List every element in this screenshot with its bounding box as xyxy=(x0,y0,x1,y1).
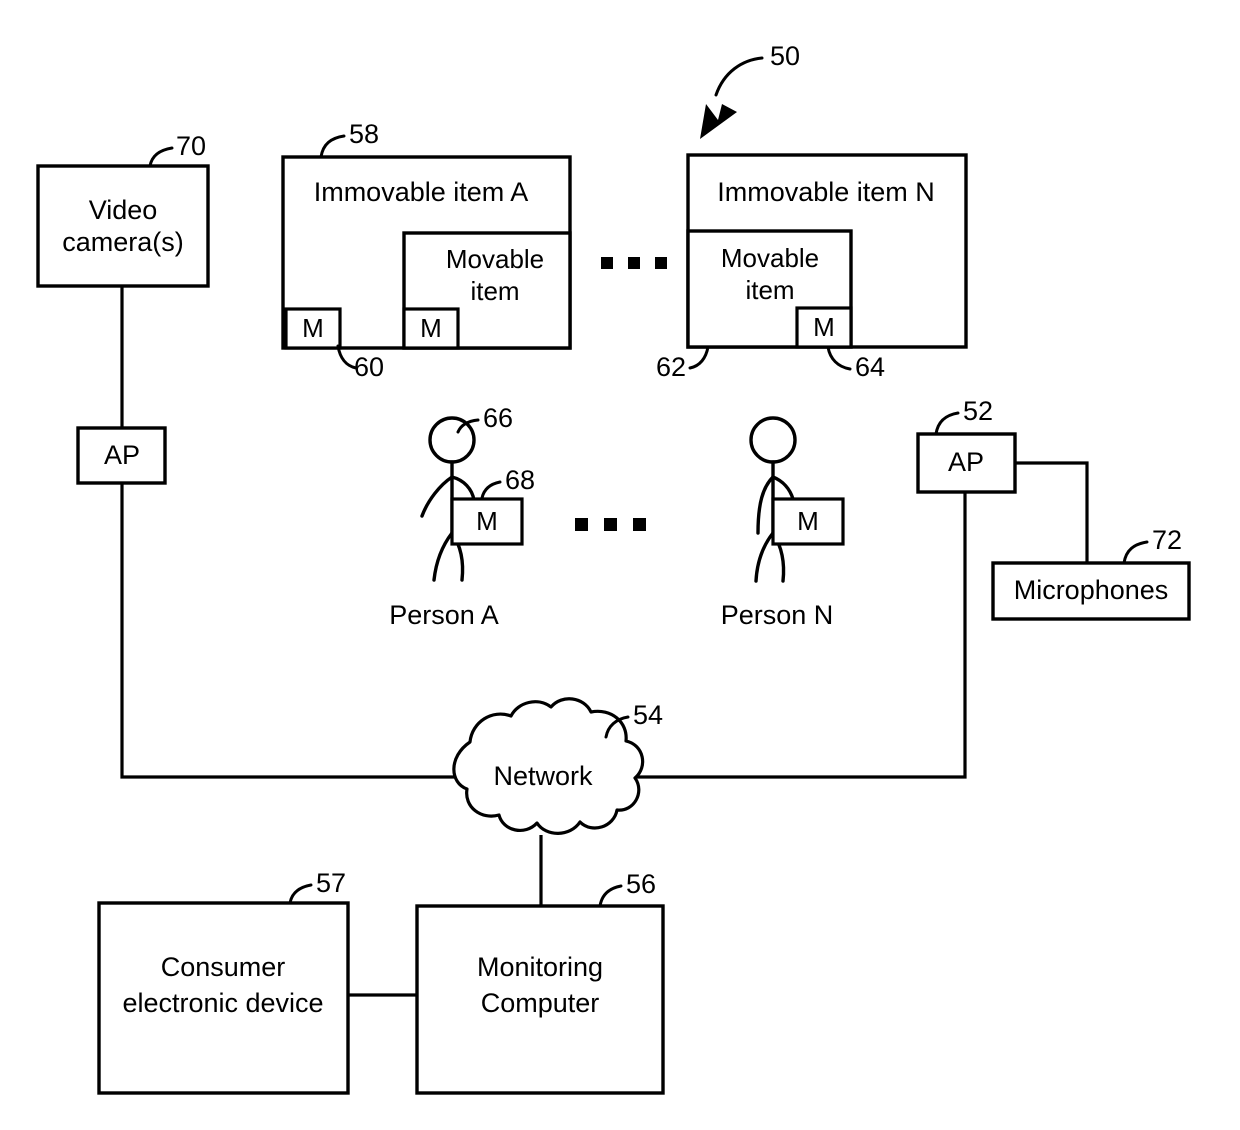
node-video-camera[interactable]: Video camera(s) xyxy=(36,164,210,288)
ellipsis-dot xyxy=(655,257,667,269)
ref-70: 70 xyxy=(148,131,206,168)
ref-56: 56 xyxy=(598,869,656,908)
ref-57: 57 xyxy=(288,868,346,905)
node-movable-item-a[interactable]: Movable item M xyxy=(402,231,572,350)
monitoring-computer-label-line2: Computer xyxy=(481,988,600,1018)
monitor-tag-person-n-label: M xyxy=(797,506,819,536)
ref-label-58: 58 xyxy=(349,119,379,149)
monitor-tag-64-label: M xyxy=(813,312,835,342)
leader-line-52 xyxy=(934,411,960,436)
ref-label-66: 66 xyxy=(483,403,513,433)
node-network[interactable]: Network xyxy=(452,697,645,835)
ellipsis-items-row xyxy=(601,257,667,269)
diagram-canvas: 50 Video camera(s) 70 Immovable item A M… xyxy=(36,41,1191,1095)
ref-label-68: 68 xyxy=(505,465,535,495)
ref-label-72: 72 xyxy=(1152,525,1182,555)
consumer-device-label-line1: Consumer xyxy=(161,952,286,982)
monitor-tag-person-n[interactable]: M xyxy=(771,497,845,546)
node-ap-right[interactable]: AP xyxy=(916,432,1017,494)
leader-line-70 xyxy=(148,146,174,168)
node-ap-left[interactable]: AP xyxy=(76,426,167,485)
node-immovable-item-a[interactable]: Immovable item A Movable item M M xyxy=(281,155,572,350)
person-a-right-arm xyxy=(450,475,476,502)
ellipsis-dot xyxy=(633,518,646,531)
ref-68: 68 xyxy=(480,465,535,500)
patent-figure: 50 Video camera(s) 70 Immovable item A M… xyxy=(0,0,1240,1130)
node-microphones[interactable]: Microphones xyxy=(991,561,1191,621)
monitor-tag-68-label: M xyxy=(476,506,498,536)
node-movable-item-n[interactable]: Movable item M xyxy=(686,229,853,349)
node-consumer-device[interactable]: Consumer electronic device xyxy=(97,901,350,1095)
monitor-tag-movable-a[interactable]: M xyxy=(402,307,460,350)
ellipsis-persons-row xyxy=(575,518,646,531)
ap-left-label: AP xyxy=(104,440,140,470)
leader-line-62 xyxy=(688,345,710,370)
leader-line-68 xyxy=(480,480,502,500)
immovable-item-n-label: Immovable item N xyxy=(717,177,935,207)
leader-line-58 xyxy=(319,134,346,159)
monitor-tag-60-label: M xyxy=(302,313,324,343)
immovable-item-a-label: Immovable item A xyxy=(314,177,529,207)
network-label: Network xyxy=(493,761,593,791)
monitor-tag-64[interactable]: M xyxy=(795,306,853,349)
person-n-left-leg xyxy=(754,531,775,583)
ellipsis-dot xyxy=(604,518,617,531)
ref-52: 52 xyxy=(934,396,993,436)
arrowhead-50 xyxy=(700,104,737,139)
ref-label-62: 62 xyxy=(656,352,686,382)
node-person-a[interactable]: M Person A xyxy=(389,416,524,630)
ref-label-64: 64 xyxy=(855,352,885,382)
movable-item-n-label-line2: item xyxy=(745,275,794,305)
monitor-tag-60[interactable]: M xyxy=(284,307,342,350)
node-monitoring-computer[interactable]: Monitoring Computer xyxy=(415,904,665,1095)
person-n-head xyxy=(749,416,797,464)
person-a-label: Person A xyxy=(389,600,499,630)
person-a-left-leg xyxy=(432,531,454,582)
node-immovable-item-n[interactable]: Immovable item N Movable item M xyxy=(686,153,968,349)
leader-line-72 xyxy=(1122,540,1149,565)
video-camera-label-line1: Video xyxy=(89,195,158,225)
monitor-tag-movable-a-label: M xyxy=(420,313,442,343)
ref-label-52: 52 xyxy=(963,396,993,426)
person-n-right-arm xyxy=(771,475,795,501)
microphones-label: Microphones xyxy=(1014,575,1169,605)
ref-72: 72 xyxy=(1122,525,1182,565)
ref-label-56: 56 xyxy=(626,869,656,899)
ref-label-50: 50 xyxy=(770,41,800,71)
leader-line-50 xyxy=(714,56,764,97)
video-camera-box[interactable] xyxy=(36,164,210,288)
video-camera-label-line2: camera(s) xyxy=(62,227,184,257)
monitor-tag-68[interactable]: M xyxy=(450,497,524,546)
link-apright-to-microphones xyxy=(1015,461,1089,563)
ref-60: 60 xyxy=(336,344,384,382)
consumer-device-label-line2: electronic device xyxy=(122,988,323,1018)
connection-lines xyxy=(120,286,1089,997)
ref-label-70: 70 xyxy=(176,131,206,161)
leader-line-57 xyxy=(288,883,313,905)
movable-item-a-label-line1: Movable xyxy=(446,244,544,274)
ap-right-label: AP xyxy=(948,447,984,477)
monitoring-computer-label-line1: Monitoring xyxy=(477,952,603,982)
ref-label-54: 54 xyxy=(633,700,663,730)
person-n-left-arm xyxy=(756,475,775,535)
movable-item-a-label-line2: item xyxy=(470,276,519,306)
ref-label-60: 60 xyxy=(354,352,384,382)
ellipsis-dot xyxy=(601,257,613,269)
person-n-label: Person N xyxy=(721,600,834,630)
ellipsis-dot xyxy=(628,257,640,269)
leader-line-64 xyxy=(826,345,852,371)
person-a-left-arm xyxy=(420,475,454,518)
person-a-head xyxy=(428,416,476,464)
ref-label-57: 57 xyxy=(316,868,346,898)
node-person-n[interactable]: M Person N xyxy=(721,416,845,630)
movable-item-n-label-line1: Movable xyxy=(721,243,819,273)
ref-58: 58 xyxy=(319,119,379,159)
ref-62: 62 xyxy=(656,345,710,382)
ellipsis-dot xyxy=(575,518,588,531)
ref-64: 64 xyxy=(826,345,885,382)
leader-line-56 xyxy=(598,884,623,908)
figure-ref-50: 50 xyxy=(700,41,800,139)
